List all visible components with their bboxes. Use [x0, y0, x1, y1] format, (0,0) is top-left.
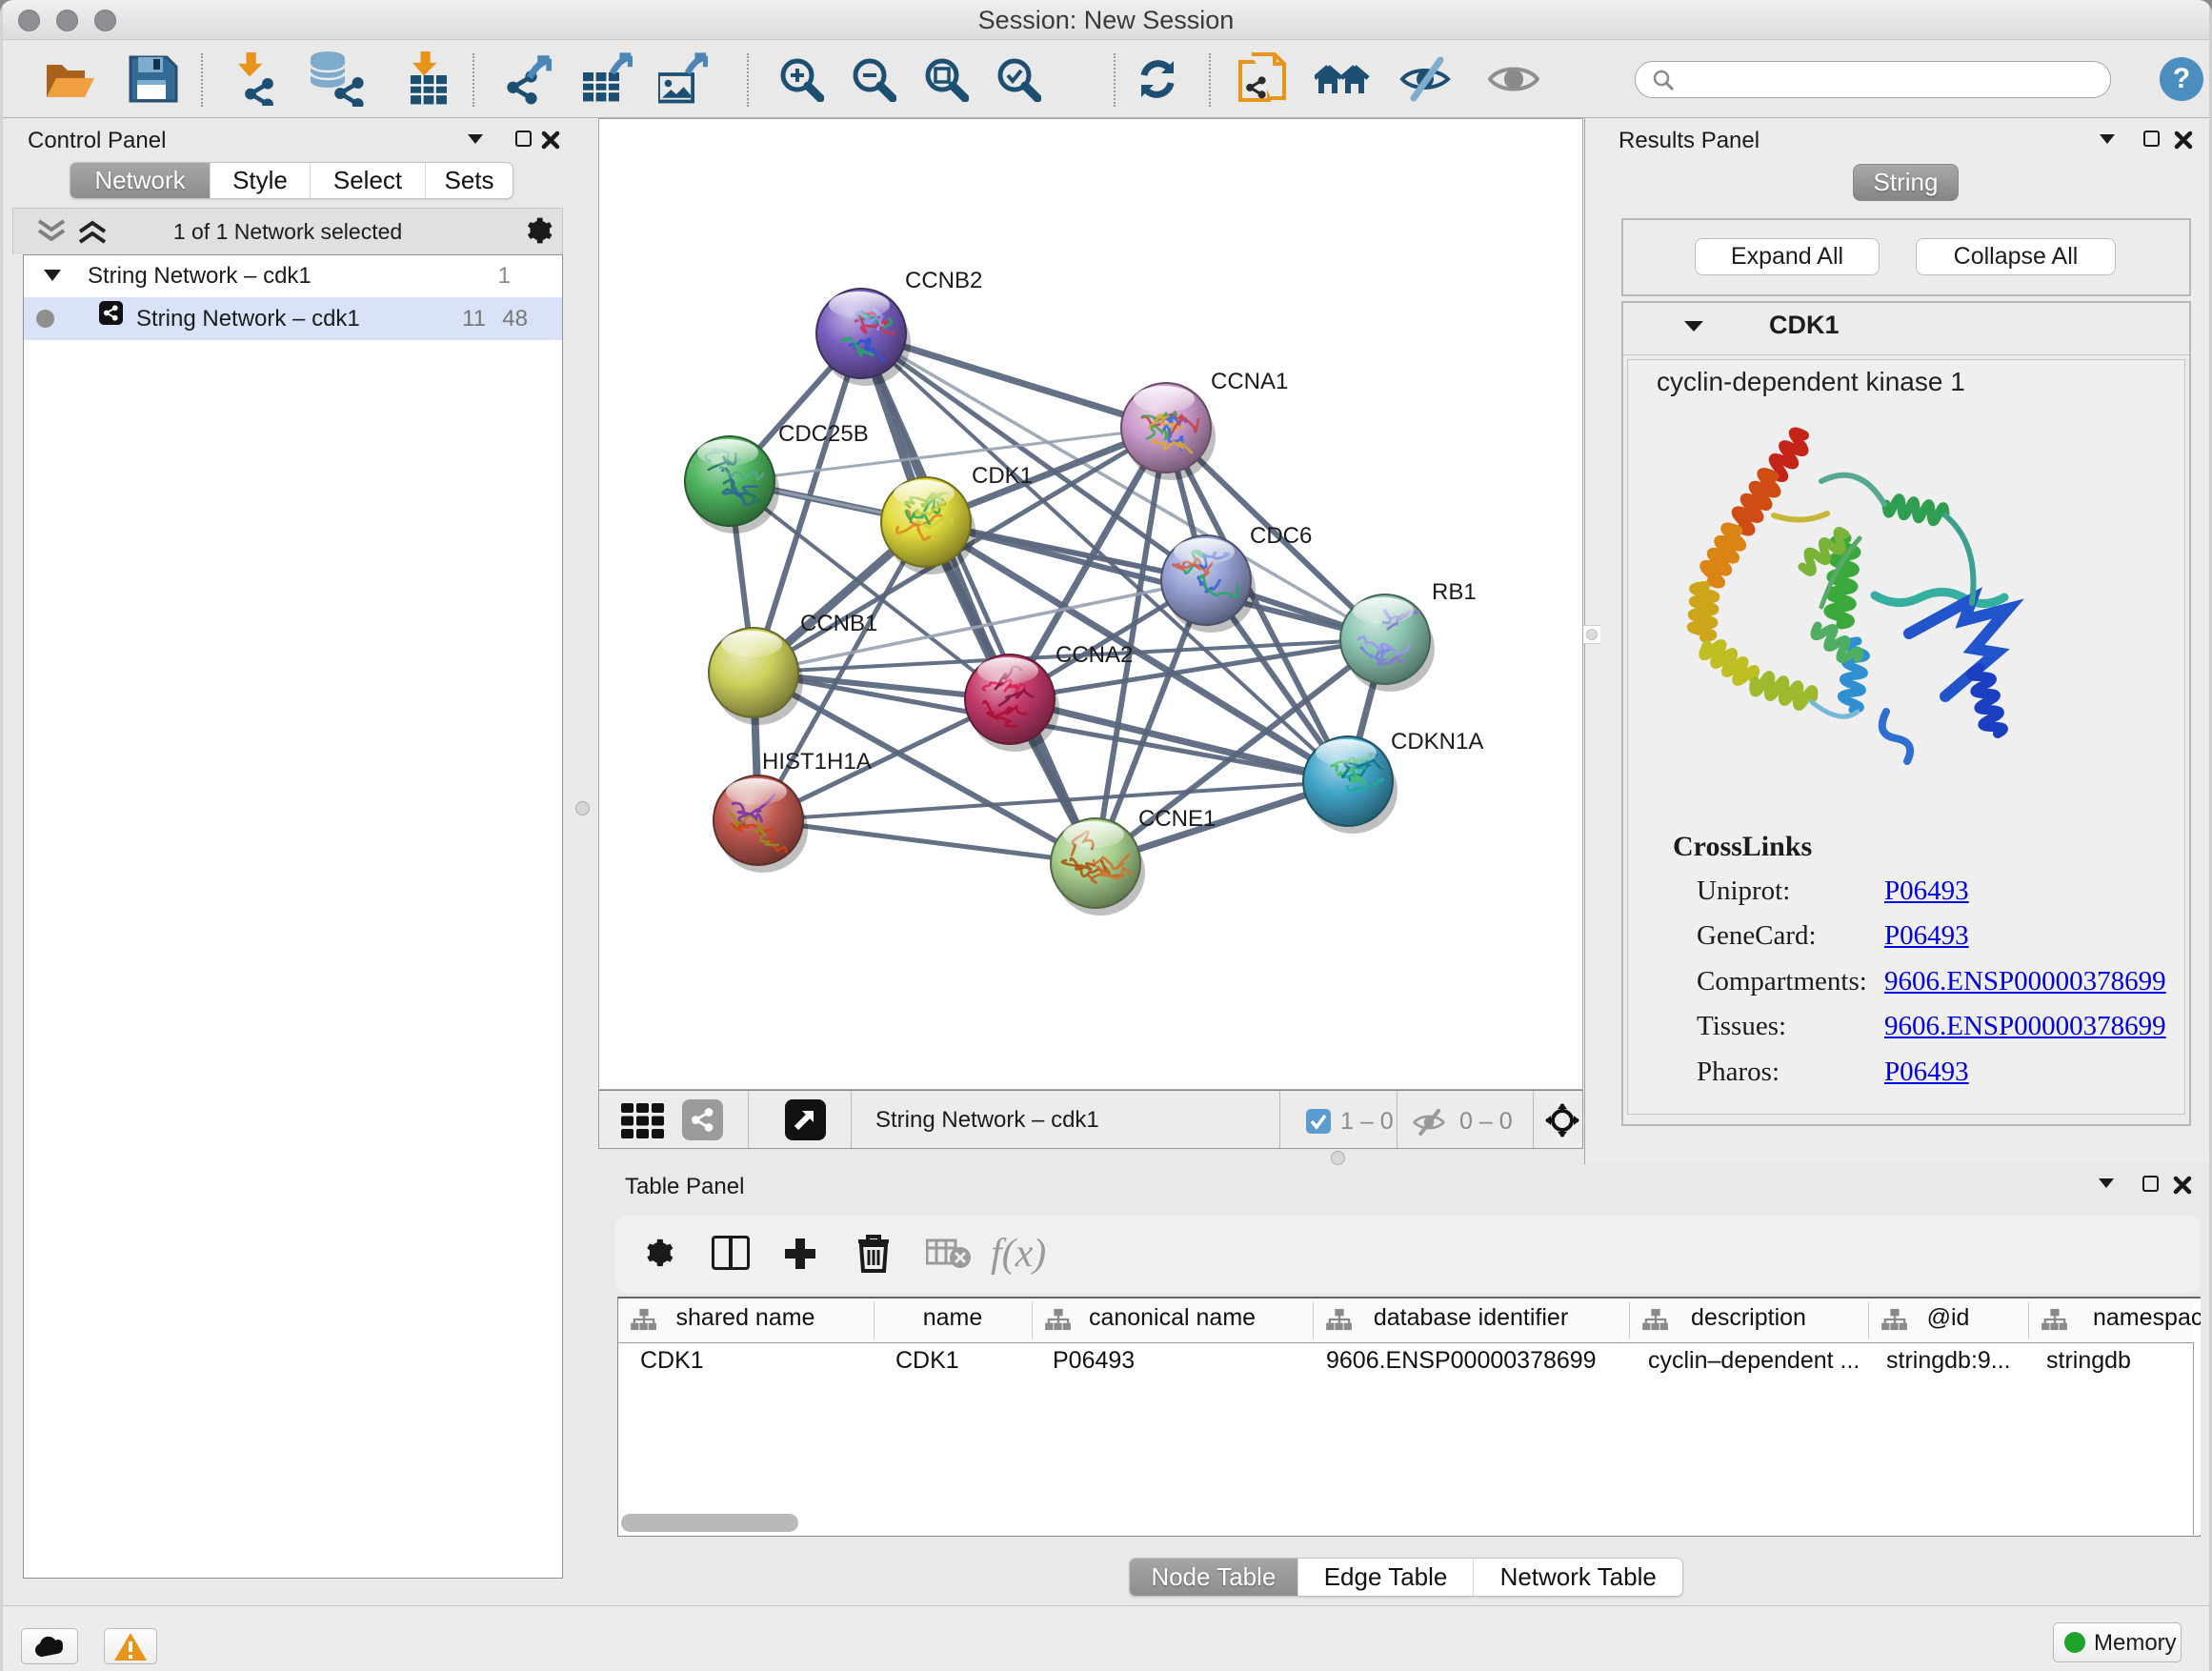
svg-text:CCNB1: CCNB1 [800, 611, 877, 636]
svg-text:CCNA2: CCNA2 [1056, 642, 1133, 668]
svg-text:CCNB2: CCNB2 [905, 268, 982, 293]
svg-text:CDKN1A: CDKN1A [1391, 729, 1483, 755]
svg-text:CCNA1: CCNA1 [1211, 369, 1288, 394]
svg-text:CDK1: CDK1 [972, 463, 1033, 489]
svg-text:RB1: RB1 [1432, 579, 1477, 605]
svg-text:CDC25B: CDC25B [778, 421, 869, 447]
svg-text:HIST1H1A: HIST1H1A [762, 749, 872, 775]
svg-text:CDC6: CDC6 [1250, 523, 1312, 549]
svg-text:CCNE1: CCNE1 [1138, 806, 1216, 832]
